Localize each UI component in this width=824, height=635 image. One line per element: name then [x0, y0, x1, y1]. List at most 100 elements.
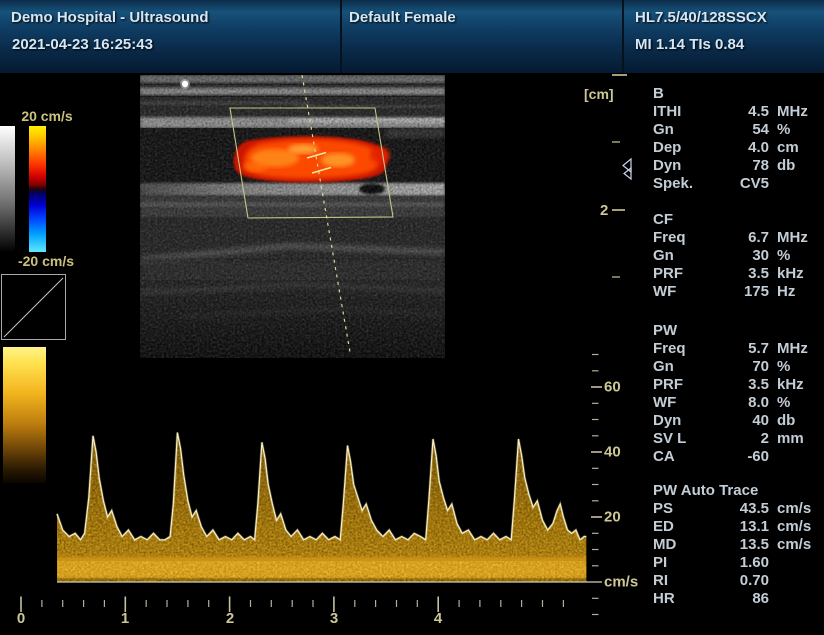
bmode-tissue: [140, 75, 445, 358]
section-title-cf: CF: [653, 211, 821, 229]
param-value: 13.5: [723, 536, 769, 554]
time-axis-label-2: 2: [226, 610, 234, 627]
color-doppler-bar: [29, 126, 46, 252]
param-value: 78: [723, 157, 769, 175]
param-row: Gn70%: [653, 358, 821, 376]
pw-auto-trace-section: PW Auto Trace PS43.5cm/s ED13.1 cm/s MD13…: [653, 482, 821, 608]
pw-params-section: PW Freq5.7MHz Gn70% PRF3.5kHz WF8.0% Dyn…: [653, 322, 821, 466]
param-value: -60: [723, 448, 769, 466]
param-unit: kHz: [777, 265, 804, 283]
time-axis-label-0: 0: [17, 610, 25, 627]
param-value: 0.70: [723, 572, 769, 590]
param-row: Freq6.7 MHz: [653, 229, 821, 247]
param-label: PRF: [653, 265, 723, 283]
param-label: Dep: [653, 139, 723, 157]
velocity-unit-label: cm/s: [604, 574, 638, 591]
param-unit: db: [777, 412, 795, 430]
param-label: Dyn: [653, 157, 723, 175]
param-row: Dyn78 db: [653, 157, 821, 175]
param-row: WF175 Hz: [653, 283, 821, 301]
param-value: 70: [723, 358, 769, 376]
param-label: Dyn: [653, 412, 723, 430]
param-row: PRF3.5 kHz: [653, 265, 821, 283]
param-row: Spek.CV5: [653, 175, 821, 193]
param-value: 2: [723, 430, 769, 448]
param-unit: db: [777, 157, 795, 175]
header-divider: [622, 0, 624, 73]
colorbar-max-label: 20 cm/s: [14, 108, 80, 124]
param-label: ITHI: [653, 103, 723, 121]
param-label: Spek.: [653, 175, 723, 193]
section-title-pw-auto-trace: PW Auto Trace: [653, 482, 821, 500]
param-label: PI: [653, 554, 723, 572]
param-value: 1.60: [723, 554, 769, 572]
param-row: Gn54%: [653, 121, 821, 139]
param-row: ED13.1 cm/s: [653, 518, 821, 536]
param-value: 8.0: [723, 394, 769, 412]
param-value: 86: [723, 590, 769, 608]
param-row: Gn30%: [653, 247, 821, 265]
param-label: WF: [653, 283, 723, 301]
velocity-axis-label-60: 60: [604, 379, 621, 396]
depth-2-label: 2: [600, 202, 608, 219]
focus-marker-icon[interactable]: [623, 159, 631, 179]
time-axis-label-4: 4: [434, 610, 442, 627]
param-label: RI: [653, 572, 723, 590]
param-unit: cm/s: [777, 536, 811, 554]
param-value: 3.5: [723, 376, 769, 394]
param-label: SV L: [653, 430, 723, 448]
param-value: 30: [723, 247, 769, 265]
param-label: Gn: [653, 247, 723, 265]
param-row: SV L2mm: [653, 430, 821, 448]
param-value: 6.7: [723, 229, 769, 247]
velocity-axis-label-40: 40: [604, 444, 621, 461]
param-value: CV5: [723, 175, 769, 193]
param-unit: MHz: [777, 229, 808, 247]
probe-preset: HL7.5/40/128SSCX: [635, 9, 767, 26]
gamma-curve: [2, 275, 65, 339]
param-row: ITHI4.5 MHz: [653, 103, 821, 121]
param-unit: Hz: [777, 283, 795, 301]
param-value: 13.1: [723, 518, 769, 536]
param-value: 4.5: [723, 103, 769, 121]
param-row: Freq5.7MHz: [653, 340, 821, 358]
param-value: 175: [723, 283, 769, 301]
velocity-axis-label-20: 20: [604, 509, 621, 526]
header-divider: [340, 0, 342, 73]
param-label: PRF: [653, 376, 723, 394]
param-unit: MHz: [777, 103, 808, 121]
hospital-name: Demo Hospital - Ultrasound: [11, 9, 209, 26]
param-unit: %: [777, 247, 790, 265]
param-label: ED: [653, 518, 723, 536]
param-row: WF8.0%: [653, 394, 821, 412]
cf-params-section: CF Freq6.7 MHz Gn30% PRF3.5 kHz WF175 Hz: [653, 211, 821, 301]
param-value: 3.5: [723, 265, 769, 283]
grayscale-bar: [0, 126, 15, 252]
param-row: PS43.5cm/s: [653, 500, 821, 518]
param-value: 4.0: [723, 139, 769, 157]
param-label: MD: [653, 536, 723, 554]
param-value: 40: [723, 412, 769, 430]
param-unit: cm: [777, 139, 799, 157]
param-unit: kHz: [777, 376, 804, 394]
orientation-marker-dot: [182, 81, 188, 87]
param-unit: %: [777, 121, 790, 139]
param-row: PI1.60: [653, 554, 821, 572]
patient-type: Default Female: [349, 9, 456, 26]
param-label: Gn: [653, 358, 723, 376]
param-row: Dyn40 db: [653, 412, 821, 430]
param-row: HR86: [653, 590, 821, 608]
param-unit: cm/s: [777, 518, 811, 536]
time-axis-label-1: 1: [121, 610, 129, 627]
b-params-section: B ITHI4.5 MHz Gn54% Dep4.0 cm Dyn78 db Spek…: [653, 85, 821, 193]
param-unit: MHz: [777, 340, 808, 358]
section-title-b: B: [653, 85, 821, 103]
param-row: CA-60: [653, 448, 821, 466]
bmode-display[interactable]: [140, 75, 445, 358]
depth-ruler: [585, 70, 645, 310]
param-label: Freq: [653, 229, 723, 247]
colorbar-min-label: -20 cm/s: [10, 253, 82, 269]
param-row: RI0.70: [653, 572, 821, 590]
time-axis-label-3: 3: [330, 610, 338, 627]
param-value: 54: [723, 121, 769, 139]
